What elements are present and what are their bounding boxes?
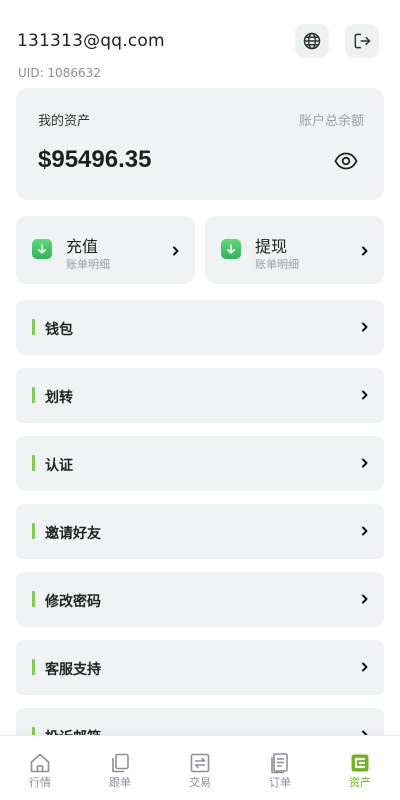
tab-label: 跟单 [109,776,131,789]
asset-amount: $95496.35 [38,146,152,173]
withdraw-card[interactable]: 提现 账单明细 [205,216,384,284]
menu-item-wallet[interactable]: 钱包 [16,300,384,355]
menu-item-label: 邀请好友 [45,526,101,542]
bottom-tab-bar: 行情 跟单 交易 订单 资产 [0,735,400,800]
chevron-right-icon [362,662,368,672]
accent-bar [32,387,35,403]
menu-item-invite-friends[interactable]: 邀请好友 [16,504,384,559]
wallet-icon [351,754,369,772]
menu-item-change-password[interactable]: 修改密码 [16,572,384,627]
menu-item-label: 修改密码 [45,594,101,610]
tab-label: 交易 [189,776,211,789]
tab-label: 订单 [269,776,291,789]
download-arrow-icon [221,239,241,259]
language-button[interactable] [295,24,329,58]
tab-orders[interactable]: 订单 [240,736,320,800]
tab-label: 行情 [29,776,51,789]
asset-title: 我的资产 [38,114,91,129]
menu-item-label: 认证 [45,458,73,474]
accent-bar [32,455,35,471]
chevron-right-icon [362,246,368,256]
asset-card: 我的资产 账户总余额 $95496.35 [16,88,384,200]
tab-label: 资产 [349,776,371,789]
chevron-right-icon [362,594,368,604]
deposit-subtitle: 账单明细 [66,258,110,271]
withdraw-title: 提现 [255,237,288,256]
chevron-right-icon [362,526,368,536]
tab-market[interactable]: 行情 [0,736,80,800]
withdraw-subtitle: 账单明细 [255,258,299,271]
accent-bar [32,319,35,335]
menu-item-verification[interactable]: 认证 [16,436,384,491]
logout-button[interactable] [345,24,379,58]
menu-item-label: 钱包 [45,322,73,338]
user-uid: UID: 1086632 [18,66,101,80]
asset-subtitle: 账户总余额 [298,114,364,129]
user-email: 131313@qq.com [17,31,165,51]
chevron-right-icon [362,458,368,468]
menu-item-label: 客服支持 [45,662,101,678]
eye-icon[interactable] [334,150,358,172]
copy-icon [112,753,129,773]
download-arrow-icon [32,239,52,259]
tab-trade[interactable]: 交易 [160,736,240,800]
menu-item-transfer[interactable]: 划转 [16,368,384,423]
logout-icon [354,33,371,49]
tab-assets[interactable]: 资产 [320,736,400,800]
exchange-icon [190,753,210,773]
deposit-title: 充值 [66,237,99,256]
chevron-right-icon [362,390,368,400]
accent-bar [32,659,35,675]
accent-bar [32,591,35,607]
tab-copy-trade[interactable]: 跟单 [80,736,160,800]
chevron-right-icon [362,322,368,332]
accent-bar [32,523,35,539]
chevron-right-icon [173,246,179,256]
home-icon [30,753,50,773]
document-icon [271,753,288,774]
globe-icon [303,32,321,50]
menu-item-customer-support[interactable]: 客服支持 [16,640,384,695]
deposit-card[interactable]: 充值 账单明细 [16,216,195,284]
header: 131313@qq.com UID: 1086632 [0,0,400,86]
menu-item-label: 划转 [45,390,73,406]
